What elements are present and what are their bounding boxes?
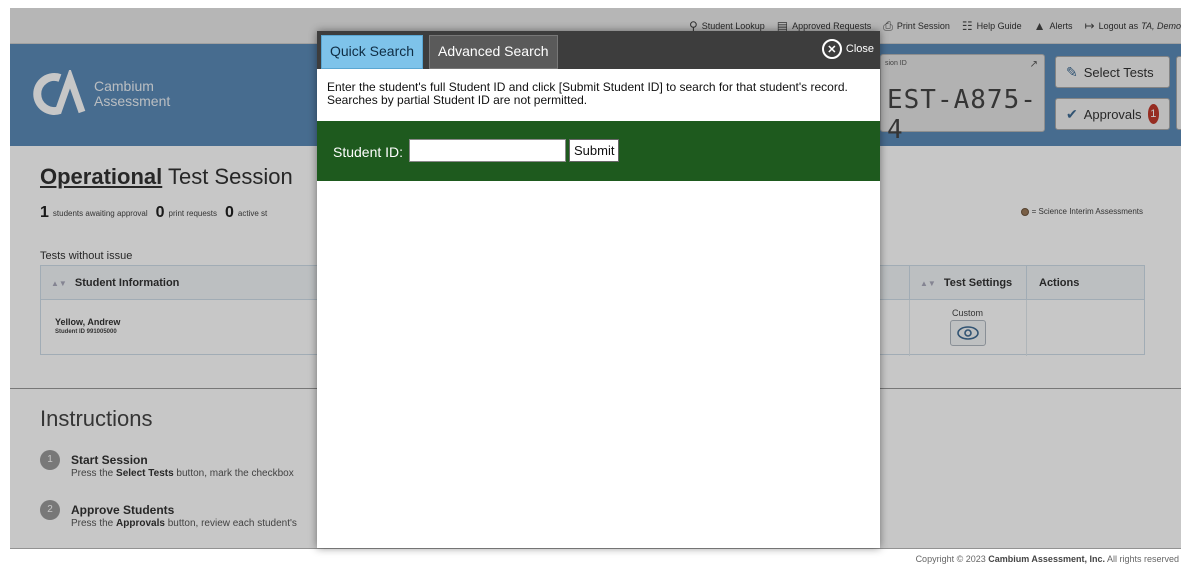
copyright-footer: Copyright © 2023 Cambium Assessment, Inc…	[915, 554, 1179, 564]
search-instructions: Enter the student's full Student ID and …	[327, 80, 848, 107]
app-window: ⚲ Student Lookup ▤ Approved Requests ⎙ P…	[0, 0, 1181, 565]
student-id-input[interactable]	[409, 139, 566, 162]
search-form: Student ID: Submit	[317, 121, 880, 181]
tab-advanced-search[interactable]: Advanced Search	[429, 35, 558, 69]
tab-quick-search[interactable]: Quick Search	[321, 35, 424, 69]
close-icon: ✕	[821, 39, 842, 59]
student-lookup-modal: Quick Search Advanced Search ✕ Close Ent…	[317, 31, 880, 548]
submit-button[interactable]: Submit	[569, 139, 620, 162]
student-id-label: Student ID:	[333, 144, 404, 160]
modal-tab-bar: Quick Search Advanced Search ✕ Close	[317, 31, 880, 69]
close-button[interactable]: ✕ Close	[821, 39, 874, 59]
